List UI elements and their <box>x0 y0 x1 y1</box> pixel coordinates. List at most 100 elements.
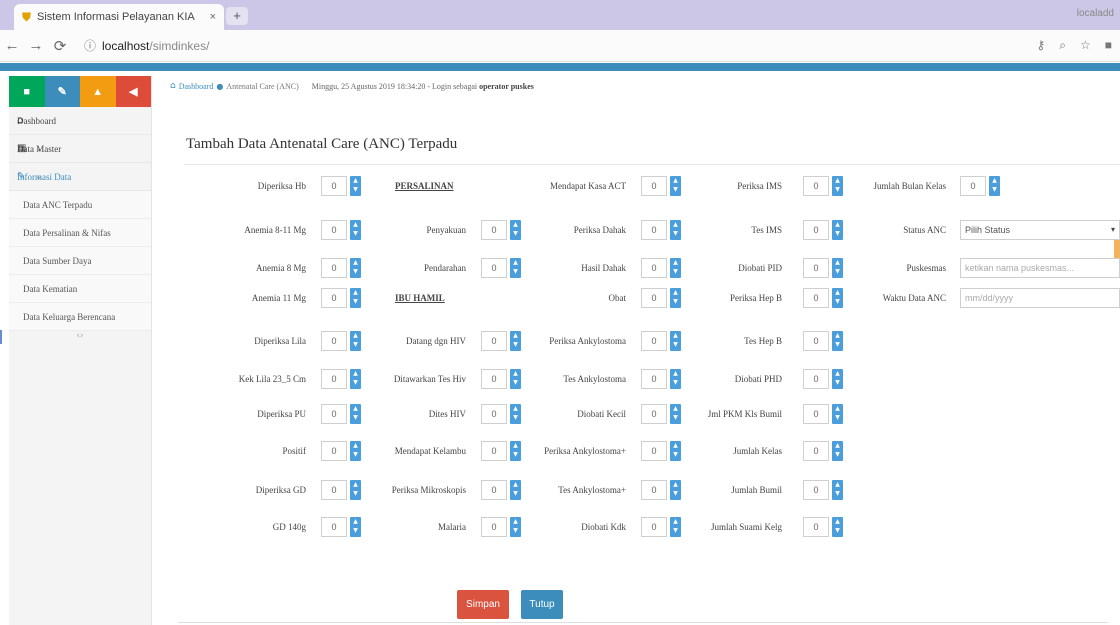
col3-field-4-stepper-icon[interactable]: ▲ ▼ <box>670 331 681 351</box>
col4-field-7-input[interactable]: 0 <box>803 441 829 461</box>
col3-field-3-stepper-icon[interactable]: ▲ ▼ <box>670 288 681 308</box>
col2b-field-0-stepper-icon[interactable]: ▲ ▼ <box>510 331 521 351</box>
col4-field-2-input[interactable]: 0 <box>803 258 829 278</box>
bottom-divider <box>178 622 1108 623</box>
col2-field-0-input[interactable]: 0 <box>481 220 507 240</box>
col1-field-2-stepper-icon[interactable]: ▲ ▼ <box>350 258 361 278</box>
col3-field-8-input[interactable]: 0 <box>641 480 667 500</box>
col1-field-4-input[interactable]: 0 <box>321 331 347 351</box>
col3-field-2-stepper-icon[interactable]: ▲ ▼ <box>670 258 681 278</box>
col3-label-9: Diobati Kdk <box>581 522 626 532</box>
col1-field-6-stepper-icon[interactable]: ▲ ▼ <box>350 404 361 424</box>
col4-field-9-input[interactable]: 0 <box>803 517 829 537</box>
col4-field-1-stepper-icon[interactable]: ▲ ▼ <box>832 220 843 240</box>
col4-field-7-stepper-icon[interactable]: ▲ ▼ <box>832 441 843 461</box>
col4-field-4-input[interactable]: 0 <box>803 331 829 351</box>
col2b-field-1-input[interactable]: 0 <box>481 369 507 389</box>
col1-field-4-stepper-icon[interactable]: ▲ ▼ <box>350 331 361 351</box>
col2b-field-2-input[interactable]: 0 <box>481 404 507 424</box>
col1-field-8-input[interactable]: 0 <box>321 480 347 500</box>
status-anc-select[interactable]: Pilih Status ▾ <box>960 220 1120 240</box>
col1-field-3-input[interactable]: 0 <box>321 288 347 308</box>
col4-field-5-input[interactable]: 0 <box>803 369 829 389</box>
col4-field-8-input[interactable]: 0 <box>803 480 829 500</box>
select-caret-icon: ▾ <box>1110 225 1115 234</box>
waktu-anc-input[interactable]: mm/dd/yyyy <box>960 288 1120 308</box>
col4-field-0-input[interactable]: 0 <box>803 176 829 196</box>
jumlah-bulan-kelas-input[interactable]: 0 <box>960 176 986 196</box>
col1-field-2-input[interactable]: 0 <box>321 258 347 278</box>
col1-field-6-input[interactable]: 0 <box>321 404 347 424</box>
col2b-field-4-stepper-icon[interactable]: ▲ ▼ <box>510 480 521 500</box>
col4-field-2-stepper-icon[interactable]: ▲ ▼ <box>832 258 843 278</box>
col3-field-1-stepper-icon[interactable]: ▲ ▼ <box>670 220 681 240</box>
col1-label-9: GD 140g <box>272 522 306 532</box>
col3-field-5-stepper-icon[interactable]: ▲ ▼ <box>670 369 681 389</box>
close-button[interactable]: Tutup <box>521 590 563 619</box>
col3-field-0-stepper-icon[interactable]: ▲ ▼ <box>670 176 681 196</box>
col2b-field-0-input[interactable]: 0 <box>481 331 507 351</box>
col4-label-6: Jml PKM Kls Bumil <box>707 409 782 419</box>
col2b-field-5-input[interactable]: 0 <box>481 517 507 537</box>
col1-field-9-stepper-icon[interactable]: ▲ ▼ <box>350 517 361 537</box>
col3-field-5-input[interactable]: 0 <box>641 369 667 389</box>
col4-label-5: Diobati PHD <box>734 374 782 384</box>
col2b-field-5-stepper-icon[interactable]: ▲ ▼ <box>510 517 521 537</box>
col3-field-3-input[interactable]: 0 <box>641 288 667 308</box>
col4-label-2: Diobati PID <box>738 263 782 273</box>
col3-field-7-stepper-icon[interactable]: ▲ ▼ <box>670 441 681 461</box>
col3-field-7-input[interactable]: 0 <box>641 441 667 461</box>
col3-field-6-input[interactable]: 0 <box>641 404 667 424</box>
col1-label-8: Diperiksa GD <box>255 485 306 495</box>
col1-field-1-stepper-icon[interactable]: ▲ ▼ <box>350 220 361 240</box>
col4-field-8-stepper-icon[interactable]: ▲ ▼ <box>832 480 843 500</box>
col3-field-4-input[interactable]: 0 <box>641 331 667 351</box>
col1-field-3-stepper-icon[interactable]: ▲ ▼ <box>350 288 361 308</box>
col3-label-7: Periksa Ankylostoma+ <box>544 446 626 456</box>
col4-field-4-stepper-icon[interactable]: ▲ ▼ <box>832 331 843 351</box>
col4-field-3-stepper-icon[interactable]: ▲ ▼ <box>832 288 843 308</box>
col1-field-0-stepper-icon[interactable]: ▲ ▼ <box>350 176 361 196</box>
col2b-field-3-input[interactable]: 0 <box>481 441 507 461</box>
col4-field-0-stepper-icon[interactable]: ▲ ▼ <box>832 176 843 196</box>
col2b-field-1-stepper-icon[interactable]: ▲ ▼ <box>510 369 521 389</box>
col1-field-7-stepper-icon[interactable]: ▲ ▼ <box>350 441 361 461</box>
col1-field-7-input[interactable]: 0 <box>321 441 347 461</box>
col3-field-9-input[interactable]: 0 <box>641 517 667 537</box>
col3-field-6-stepper-icon[interactable]: ▲ ▼ <box>670 404 681 424</box>
col4-field-5-stepper-icon[interactable]: ▲ ▼ <box>832 369 843 389</box>
col4-field-6-input[interactable]: 0 <box>803 404 829 424</box>
col1-field-5-input[interactable]: 0 <box>321 369 347 389</box>
col2-field-0-stepper-icon[interactable]: ▲ ▼ <box>510 220 521 240</box>
col4-field-9-stepper-icon[interactable]: ▲ ▼ <box>832 517 843 537</box>
col1-label-7: Positif <box>282 446 306 456</box>
jumlah-bulan-kelas-stepper-icon[interactable]: ▲ ▼ <box>989 176 1000 196</box>
col1-field-1-input[interactable]: 0 <box>321 220 347 240</box>
col3-label-5: Tes Ankylostoma <box>563 374 626 384</box>
col1-field-9-input[interactable]: 0 <box>321 517 347 537</box>
col2b-label-4: Periksa Mikroskopis <box>391 485 466 495</box>
col5-label-3: Waktu Data ANC <box>882 293 946 303</box>
col4-label-8: Jumlah Bumil <box>731 485 782 495</box>
col2-field-1-stepper-icon[interactable]: ▲ ▼ <box>510 258 521 278</box>
col3-field-2-input[interactable]: 0 <box>641 258 667 278</box>
col4-field-3-input[interactable]: 0 <box>803 288 829 308</box>
col2-label-1: Pendarahan <box>424 263 466 273</box>
col4-field-6-stepper-icon[interactable]: ▲ ▼ <box>832 404 843 424</box>
col2b-field-3-stepper-icon[interactable]: ▲ ▼ <box>510 441 521 461</box>
col1-field-0-input[interactable]: 0 <box>321 176 347 196</box>
col2b-field-4-input[interactable]: 0 <box>481 480 507 500</box>
col3-label-6: Diobati Kecil <box>577 409 626 419</box>
col4-field-1-input[interactable]: 0 <box>803 220 829 240</box>
save-button[interactable]: Simpan <box>457 590 509 619</box>
col3-field-8-stepper-icon[interactable]: ▲ ▼ <box>670 480 681 500</box>
puskesmas-input[interactable]: ketikan nama puskesmas... <box>960 258 1120 278</box>
col3-field-1-input[interactable]: 0 <box>641 220 667 240</box>
col4-label-9: Jumlah Suami Kelg <box>711 522 782 532</box>
col3-field-0-input[interactable]: 0 <box>641 176 667 196</box>
col1-field-8-stepper-icon[interactable]: ▲ ▼ <box>350 480 361 500</box>
col2b-field-2-stepper-icon[interactable]: ▲ ▼ <box>510 404 521 424</box>
col3-field-9-stepper-icon[interactable]: ▲ ▼ <box>670 517 681 537</box>
col2-field-1-input[interactable]: 0 <box>481 258 507 278</box>
col1-field-5-stepper-icon[interactable]: ▲ ▼ <box>350 369 361 389</box>
